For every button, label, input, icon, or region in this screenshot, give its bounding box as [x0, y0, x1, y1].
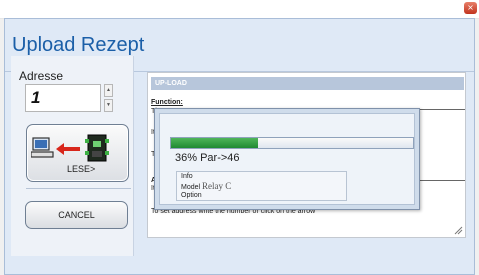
model-value: Relay C: [202, 181, 232, 191]
address-spinner[interactable]: ▲ ▼: [104, 84, 113, 112]
close-button[interactable]: ×: [464, 2, 477, 14]
device-info-box: Info Model Relay C Option: [176, 171, 347, 201]
progress-dialog-body: 36% Par->46 Info Model Relay C Option: [159, 113, 415, 205]
address-label: Adresse: [19, 69, 64, 83]
model-row: Model Relay C: [181, 181, 231, 191]
upload-progress-dialog: 36% Par->46 Info Model Relay C Option: [154, 108, 420, 210]
arrow-left-icon: [56, 143, 80, 155]
model-label: Model: [181, 184, 201, 191]
lese-button[interactable]: LESE>: [26, 124, 129, 182]
info-label: Info: [181, 173, 193, 180]
spin-up-button[interactable]: ▲: [104, 84, 113, 97]
progress-status-text: 36% Par->46: [175, 152, 240, 164]
lese-button-label: LESE>: [67, 164, 96, 174]
device-icon: [85, 134, 109, 162]
window-title: Upload Rezept: [12, 34, 145, 56]
progress-bar-fill: [171, 138, 258, 148]
function-heading: Function:: [151, 99, 183, 106]
section-title-bar: UP-LOAD: [151, 77, 464, 90]
computer-icon: [31, 137, 54, 158]
cancel-button[interactable]: CANCEL: [25, 201, 128, 229]
left-separator: [26, 188, 131, 189]
progress-bar: [170, 137, 414, 149]
address-value: 1: [31, 88, 41, 107]
resize-grip-icon[interactable]: [454, 226, 463, 235]
option-label: Option: [181, 192, 202, 199]
spin-down-button[interactable]: ▼: [104, 99, 113, 112]
title-bar: ×: [0, 0, 479, 19]
address-input[interactable]: 1: [25, 84, 101, 112]
